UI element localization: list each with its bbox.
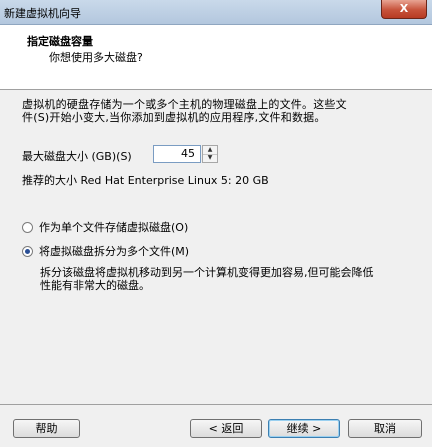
disk-size-label: 最大磁盘大小 (GB)(S) [22, 150, 132, 163]
cancel-button[interactable]: 取消 [348, 419, 422, 438]
window-title: 新建虚拟机向导 [4, 7, 81, 20]
spinner-down-icon[interactable]: ▼ [203, 154, 217, 162]
title-bar: 新建虚拟机向导 X [0, 0, 432, 25]
single-file-label[interactable]: 作为单个文件存储虚拟磁盘(O) [39, 219, 188, 235]
single-file-radio[interactable] [22, 221, 33, 233]
disk-size-spinner[interactable]: ▲ ▼ [202, 145, 218, 163]
multi-file-label[interactable]: 将虚拟磁盘拆分为多个文件(M) [39, 243, 189, 259]
multi-file-option[interactable]: 将虚拟磁盘拆分为多个文件(M) [22, 243, 189, 259]
wizard-content: 虚拟机的硬盘存储为一个或多个主机的物理磁盘上的文件。这些文 件(S)开始小变大,… [0, 90, 432, 404]
back-button[interactable]: < 返回 [190, 419, 262, 438]
help-button[interactable]: 帮助 [13, 419, 80, 438]
close-button[interactable]: X [381, 0, 427, 19]
wizard-footer: 帮助 < 返回 继续 > 取消 [0, 405, 432, 447]
multi-file-desc-line-1: 拆分该磁盘将虚拟机移动到另一个计算机变得更加容易,但可能会降低 [40, 266, 374, 279]
page-title: 指定磁盘容量 [27, 35, 93, 48]
single-file-option[interactable]: 作为单个文件存储虚拟磁盘(O) [22, 219, 188, 235]
disk-size-input[interactable]: 45 [153, 145, 201, 163]
description-line-2: 件(S)开始小变大,当你添加到虚拟机的应用程序,文件和数据。 [22, 111, 326, 124]
multi-file-description: 拆分该磁盘将虚拟机移动到另一个计算机变得更加容易,但可能会降低 性能有非常大的磁… [40, 266, 418, 292]
page-subtitle: 你想使用多大磁盘? [49, 51, 143, 64]
wizard-header: 指定磁盘容量 你想使用多大磁盘? [0, 25, 432, 90]
recommended-size-text: 推荐的大小 Red Hat Enterprise Linux 5: 20 GB [22, 174, 269, 187]
close-icon: X [399, 2, 409, 15]
next-button[interactable]: 继续 > [268, 419, 340, 438]
description-text: 虚拟机的硬盘存储为一个或多个主机的物理磁盘上的文件。这些文 件(S)开始小变大,… [22, 98, 412, 124]
multi-file-radio[interactable] [22, 245, 33, 257]
multi-file-desc-line-2: 性能有非常大的磁盘。 [40, 279, 150, 292]
description-line-1: 虚拟机的硬盘存储为一个或多个主机的物理磁盘上的文件。这些文 [22, 98, 347, 111]
